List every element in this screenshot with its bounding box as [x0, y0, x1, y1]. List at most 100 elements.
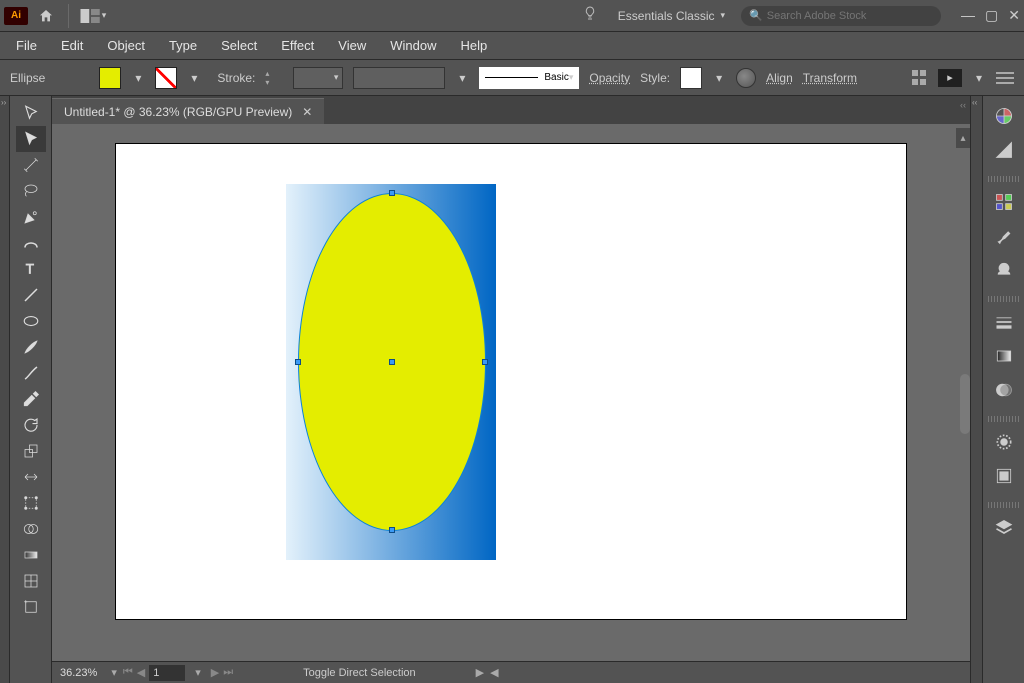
vertical-scrollbar-thumb[interactable] [960, 374, 970, 434]
center-point-handle[interactable] [389, 359, 395, 365]
ctrl-caret[interactable]: ▾ [972, 67, 986, 89]
curvature-tool[interactable] [16, 230, 46, 256]
artboard-dropdown[interactable]: ▾ [189, 666, 207, 679]
artboard-tool[interactable] [16, 594, 46, 620]
fill-dropdown[interactable]: ▾ [131, 67, 145, 89]
vwp-caret[interactable]: ▾ [455, 67, 469, 89]
brush-definition-dropdown[interactable]: Basic ▾ [479, 67, 579, 89]
workspace-switcher[interactable]: Essentials Classic ▾ [618, 9, 725, 23]
menu-object[interactable]: Object [97, 34, 155, 57]
opacity-link[interactable]: Opacity [589, 71, 630, 85]
pen-tool[interactable] [16, 204, 46, 230]
ellipse-tool[interactable] [16, 308, 46, 334]
fill-swatch[interactable] [99, 67, 121, 89]
lasso-tool[interactable] [16, 178, 46, 204]
anchor-handle-left[interactable] [295, 359, 301, 365]
expand-chevron-icon: ›› [1, 98, 6, 107]
close-button[interactable]: ✕ [1008, 7, 1020, 24]
eyedropper-tool[interactable] [16, 386, 46, 412]
scroll-up-arrow[interactable]: ▴ [956, 128, 970, 148]
menu-effect[interactable]: Effect [271, 34, 324, 57]
color-guide-panel-button[interactable] [989, 136, 1019, 164]
panel-group-grip-4[interactable] [988, 502, 1020, 508]
gradient-tool[interactable] [16, 542, 46, 568]
shape-builder-tool[interactable] [16, 516, 46, 542]
artboard-number-field[interactable]: 1 [149, 665, 185, 681]
magic-wand-tool[interactable] [16, 152, 46, 178]
menu-type[interactable]: Type [159, 34, 207, 57]
rotate-tool[interactable] [16, 412, 46, 438]
control-panel-menu-icon[interactable] [996, 72, 1014, 84]
symbols-panel-button[interactable] [989, 256, 1019, 284]
menu-edit[interactable]: Edit [51, 34, 93, 57]
artboard[interactable] [116, 144, 906, 619]
free-transform-tool[interactable] [16, 490, 46, 516]
color-panel-button[interactable] [989, 102, 1019, 130]
style-dropdown[interactable]: ▾ [712, 67, 726, 89]
transform-link[interactable]: Transform [803, 71, 857, 85]
scale-tool[interactable] [16, 438, 46, 464]
selection-tool[interactable] [16, 100, 46, 126]
stroke-weight-dropdown[interactable]: ▾ [293, 67, 343, 89]
status-bar: 36.23% ▾ ⏮ ◀ 1 ▾ ▶ ⏭ Toggle Direct Selec… [52, 661, 970, 683]
stroke-weight-stepper[interactable]: ▴▾ [265, 67, 283, 89]
stroke-panel-button[interactable] [989, 308, 1019, 336]
panel-collapse-chevron-icon[interactable]: ‹‹ [960, 100, 966, 110]
hscroll-left[interactable]: ◀ [490, 666, 498, 679]
swatches-panel-button[interactable] [989, 188, 1019, 216]
search-input[interactable] [767, 10, 933, 22]
direct-selection-tool[interactable] [16, 126, 46, 152]
workspace-label: Essentials Classic [618, 9, 715, 23]
anchor-handle-bottom[interactable] [389, 527, 395, 533]
minimize-button[interactable]: — [961, 7, 975, 24]
first-artboard-button[interactable]: ⏮ [123, 666, 133, 679]
menu-help[interactable]: Help [450, 34, 497, 57]
left-collapsed-panel-strip[interactable]: ›› [0, 96, 10, 683]
stroke-label[interactable]: Stroke: [217, 71, 255, 85]
type-tool[interactable]: T [16, 256, 46, 282]
arrange-documents-button[interactable]: ▾ [79, 6, 107, 26]
menu-view[interactable]: View [328, 34, 376, 57]
transparency-panel-button[interactable] [989, 376, 1019, 404]
panel-group-grip-3[interactable] [988, 416, 1020, 422]
align-link[interactable]: Align [766, 71, 793, 85]
anchor-handle-right[interactable] [482, 359, 488, 365]
document-tab[interactable]: Untitled-1* @ 36.23% (RGB/GPU Preview) ✕ [52, 98, 324, 124]
graphic-style-swatch[interactable] [680, 67, 702, 89]
canvas-viewport[interactable]: ▴ [52, 124, 970, 661]
home-button[interactable] [34, 4, 58, 28]
status-menu-button[interactable]: ▶ [476, 666, 484, 679]
stroke-swatch[interactable] [155, 67, 177, 89]
maximize-button[interactable]: ▢ [985, 7, 998, 24]
brushes-panel-button[interactable] [989, 222, 1019, 250]
panel-group-grip-1[interactable] [988, 176, 1020, 182]
layers-panel-button[interactable] [989, 514, 1019, 542]
discover-lightbulb-icon[interactable] [582, 5, 598, 26]
menu-window[interactable]: Window [380, 34, 446, 57]
tab-close-button[interactable]: ✕ [302, 105, 312, 119]
panel-group-grip-2[interactable] [988, 296, 1020, 302]
anchor-handle-top[interactable] [389, 190, 395, 196]
prev-artboard-button[interactable]: ◀ [137, 666, 145, 679]
width-tool[interactable] [16, 464, 46, 490]
blob-brush-tool[interactable] [16, 360, 46, 386]
graphic-styles-panel-button[interactable] [989, 462, 1019, 490]
zoom-dropdown[interactable]: ▾ [105, 666, 123, 679]
menu-file[interactable]: File [6, 34, 47, 57]
isolate-mode-button[interactable]: ▸ [938, 69, 962, 87]
align-to-pixel-grid-icon[interactable] [912, 70, 928, 86]
zoom-level-field[interactable]: 36.23% [52, 667, 105, 679]
paintbrush-tool[interactable] [16, 334, 46, 360]
right-collapsed-strip[interactable]: ‹‹ [970, 96, 982, 683]
appearance-panel-button[interactable] [989, 428, 1019, 456]
recolor-artwork-icon[interactable] [736, 68, 756, 88]
next-artboard-button[interactable]: ▶ [211, 666, 219, 679]
last-artboard-button[interactable]: ⏭ [223, 666, 233, 679]
mesh-tool[interactable] [16, 568, 46, 594]
menu-select[interactable]: Select [211, 34, 267, 57]
gradient-panel-button[interactable] [989, 342, 1019, 370]
search-stock-field[interactable]: 🔍 [741, 6, 941, 26]
line-tool[interactable] [16, 282, 46, 308]
stroke-dropdown[interactable]: ▾ [187, 67, 201, 89]
variable-width-profile-dropdown[interactable] [353, 67, 445, 89]
